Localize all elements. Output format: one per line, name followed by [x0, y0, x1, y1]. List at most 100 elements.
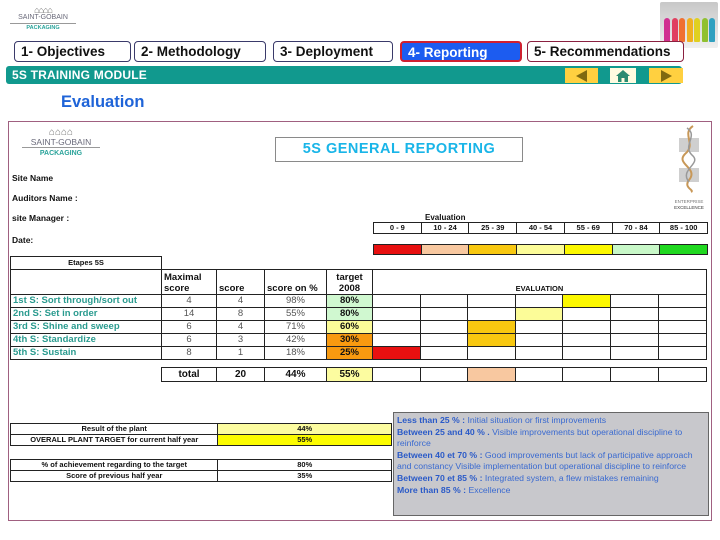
row-target: 60% — [326, 319, 373, 334]
evaluation-cell — [372, 332, 421, 347]
evaluation-cell — [420, 367, 468, 382]
result-label: Result of the plant — [9, 423, 219, 435]
tab-deployment[interactable]: 3- Deployment — [273, 41, 393, 62]
col-score-pct: score on % — [264, 268, 327, 295]
evaluation-cell — [610, 367, 659, 382]
scale-colors — [373, 244, 708, 255]
evaluation-cell — [515, 306, 563, 321]
bottle-icon — [709, 18, 715, 42]
section-header-row: Etapes 5S — [10, 256, 707, 270]
bottle-icon — [701, 18, 708, 42]
row-target: 25% — [326, 345, 373, 360]
evaluation-cell — [467, 306, 516, 321]
evaluation-cell — [467, 345, 516, 360]
scale-range: 40 - 54 — [517, 223, 565, 233]
evaluation-cell — [372, 367, 421, 382]
target-label: OVERALL PLANT TARGET for current half ye… — [9, 434, 219, 446]
company-logo: ⌂⌂⌂⌂ SAINT-GOBAIN PACKAGING — [10, 6, 76, 34]
scale-range: 10 - 24 — [422, 223, 470, 233]
bottle-icon — [671, 18, 678, 42]
row-max-score: 8 — [161, 345, 217, 360]
row-max-score: 6 — [161, 319, 217, 334]
evaluation-cell — [610, 332, 659, 347]
row-score: 4 — [216, 293, 265, 308]
row-score-pct: 18% — [264, 345, 327, 360]
row-label: 3rd S: Shine and sweep — [10, 319, 162, 334]
evaluation-cell — [658, 293, 707, 308]
explanation-item: Less than 25 % : Initial situation or fi… — [397, 415, 607, 425]
evaluation-cell — [420, 293, 468, 308]
achievement-label: % of achievement regarding to the target — [9, 459, 219, 471]
result-row: Result of the plant 44% — [9, 423, 392, 435]
explanation-item: Between 25 and 40 % . Visible improvemen… — [397, 426, 683, 449]
evaluation-cell — [562, 367, 611, 382]
tab-recommendations[interactable]: 5- Recommendations — [527, 41, 684, 62]
table-row: 2nd S: Set in order 14 8 55% 80% — [10, 306, 707, 321]
evaluation-cell — [515, 319, 563, 334]
auditors-name-label: Auditors Name : — [12, 193, 78, 203]
etapes-header: Etapes 5S — [10, 256, 162, 270]
enterprise-excellence-icon — [679, 125, 699, 193]
col-target: target 2008 — [326, 268, 373, 295]
evaluation-cell — [658, 306, 707, 321]
scale-color-swatch — [517, 245, 565, 254]
evaluation-cell — [562, 332, 611, 347]
arrow-right-icon — [660, 69, 672, 82]
tab-methodology[interactable]: 2- Methodology — [134, 41, 266, 62]
page-title: Evaluation — [61, 93, 145, 111]
tab-reporting[interactable]: 4- Reporting — [400, 41, 522, 62]
previous-button[interactable] — [565, 68, 598, 83]
row-score-pct: 42% — [264, 332, 327, 347]
total-target: 55% — [326, 367, 373, 382]
table-row: 1st S: Sort through/sort out 4 4 98% 80% — [10, 293, 707, 308]
target-value: 55% — [217, 434, 392, 446]
evaluation-cell — [610, 293, 659, 308]
evaluation-cell — [515, 345, 563, 360]
next-button[interactable] — [649, 68, 683, 83]
evaluation-cell — [467, 293, 516, 308]
explanation-item: Between 70 et 85 % : Integrated system, … — [397, 472, 659, 483]
row-score: 1 — [216, 345, 265, 360]
evaluation-cell — [658, 332, 707, 347]
scale-color-swatch — [564, 245, 613, 254]
scale-range: 0 - 9 — [374, 223, 422, 233]
total-label: total — [161, 367, 217, 382]
scale-color-swatch — [612, 245, 661, 254]
row-max-score: 6 — [161, 332, 217, 347]
evaluation-cell — [420, 319, 468, 334]
bottle-icon — [664, 18, 670, 42]
arrow-left-icon — [576, 69, 587, 82]
module-title: 5S TRAINING MODULE — [12, 68, 147, 82]
total-score: 20 — [216, 367, 265, 382]
col-maximal-score: Maximal score — [161, 268, 217, 295]
row-target: 80% — [326, 306, 373, 321]
enterprise-excellence-logo: ENTERPRISE EXCELLENCE — [673, 124, 705, 220]
achievement-row: Score of previous half year 35% — [9, 470, 392, 482]
explanation-item: More than 85 % : Excellence — [397, 484, 511, 495]
col-score: score — [216, 268, 265, 295]
result-row: OVERALL PLANT TARGET for current half ye… — [9, 434, 392, 446]
col-evaluation: EVALUATION — [372, 268, 707, 295]
result-value: 44% — [217, 423, 392, 435]
site-manager-label: site Manager : — [12, 213, 70, 223]
scale-range: 55 - 69 — [565, 223, 613, 233]
total-pct: 44% — [264, 367, 327, 382]
evaluation-cell — [467, 367, 516, 382]
evaluation-cell — [562, 319, 611, 334]
row-max-score: 4 — [161, 293, 217, 308]
row-target: 80% — [326, 293, 373, 308]
evaluation-cell — [658, 319, 707, 334]
scale-range: 25 - 39 — [469, 223, 518, 233]
home-button[interactable] — [610, 68, 636, 83]
row-score-pct: 71% — [264, 319, 327, 334]
tab-objectives[interactable]: 1- Objectives — [14, 41, 131, 62]
bottle-icon — [679, 18, 685, 42]
scale-ranges: 0 - 9 10 - 24 25 - 39 40 - 54 55 - 69 70… — [373, 222, 708, 234]
row-target: 30% — [326, 332, 373, 347]
column-header-row: Maximal score score score on % target 2008… — [10, 268, 707, 295]
scale-color-swatch — [660, 245, 708, 254]
5s-scores-table: Etapes 5S Maximal score score score on % … — [10, 256, 707, 360]
plant-result-table: Result of the plant 44% OVERALL PLANT TA… — [9, 423, 392, 446]
evaluation-cell — [467, 319, 516, 334]
achievement-value: 80% — [217, 459, 392, 471]
